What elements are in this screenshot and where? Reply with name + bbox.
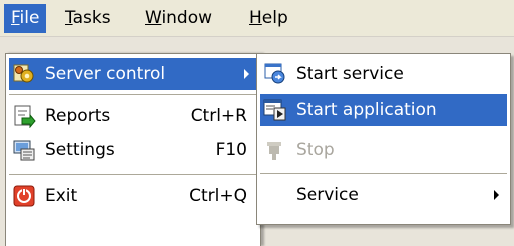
- server-control-icon: [12, 62, 36, 86]
- menu-item-shortcut: F10: [215, 140, 247, 160]
- menu-item-reports[interactable]: Reports Ctrl+R: [9, 100, 257, 132]
- menu-help-label: elp: [261, 8, 288, 28]
- menu-item-label: Start service: [296, 64, 404, 84]
- menu-window-mnemonic: W: [145, 8, 162, 28]
- menu-separator: [9, 174, 257, 175]
- server-control-submenu: Start service Start application Stop Ser…: [256, 53, 511, 225]
- submenu-arrow-icon: [494, 190, 499, 200]
- menu-item-shortcut: Ctrl+R: [190, 106, 247, 126]
- menu-tasks-label: asks: [72, 8, 111, 28]
- menu-item-server-control[interactable]: Server control: [9, 58, 257, 90]
- menu-file-label: ile: [19, 8, 40, 28]
- menu-item-label: Settings: [45, 140, 115, 160]
- menu-item-settings[interactable]: Settings F10: [9, 134, 257, 166]
- menu-window-label: indow: [161, 8, 213, 28]
- menu-item-shortcut: Ctrl+Q: [189, 186, 247, 206]
- menu-file-mnemonic: F: [11, 8, 20, 28]
- menu-separator: [260, 173, 507, 174]
- menu-item-stop[interactable]: Stop: [260, 134, 507, 166]
- submenu-arrow-icon: [244, 69, 249, 79]
- menu-separator: [9, 94, 257, 95]
- stop-icon: [263, 138, 287, 162]
- start-service-icon: [263, 62, 287, 86]
- menu-item-service[interactable]: Service: [260, 179, 507, 211]
- menu-help[interactable]: Help: [242, 4, 295, 33]
- menu-item-start-service[interactable]: Start service: [260, 58, 507, 90]
- settings-icon: [12, 138, 36, 162]
- menu-item-exit[interactable]: Exit Ctrl+Q: [9, 180, 257, 212]
- menu-item-label: Server control: [45, 64, 166, 84]
- menu-item-label: Service: [296, 185, 359, 205]
- menu-help-mnemonic: H: [249, 8, 262, 28]
- menu-bar: File Tasks Window Help: [0, 0, 514, 37]
- menu-item-label: Start application: [296, 100, 437, 120]
- menu-file[interactable]: File: [4, 4, 47, 33]
- menu-tasks[interactable]: Tasks: [58, 4, 118, 33]
- menu-window[interactable]: Window: [138, 4, 219, 33]
- reports-icon: [12, 104, 36, 129]
- menu-item-label: Exit: [45, 186, 78, 206]
- file-menu-dropdown: Server control Reports Ctrl+R Settings F…: [5, 53, 261, 246]
- menu-item-label: Reports: [45, 106, 111, 126]
- menu-item-start-application[interactable]: Start application: [260, 94, 507, 126]
- menu-tasks-mnemonic: T: [65, 8, 73, 28]
- exit-icon: [12, 184, 36, 208]
- menu-item-label: Stop: [296, 140, 335, 160]
- start-application-icon: [263, 98, 287, 122]
